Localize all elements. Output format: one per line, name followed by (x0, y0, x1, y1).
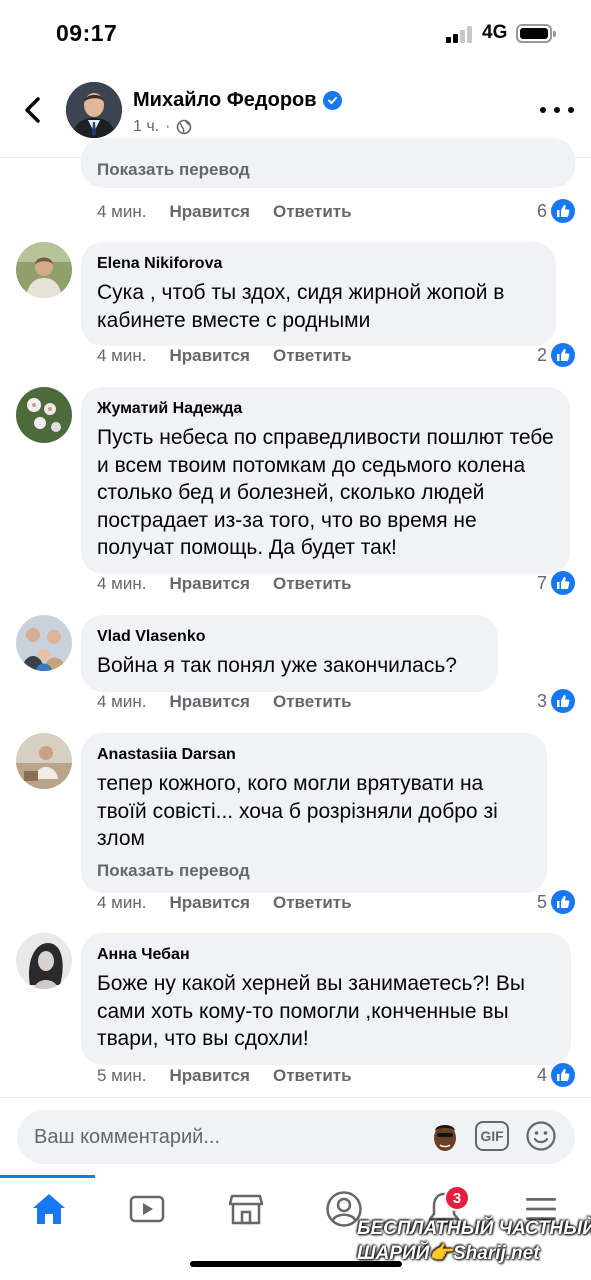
smile-icon[interactable] (525, 1120, 557, 1152)
comment-placeholder: Ваш комментарий... (34, 1126, 221, 1148)
verified-badge-icon (322, 91, 342, 110)
comment-actions: 4 мин. Нравится Ответить (97, 893, 352, 913)
video-icon (129, 1195, 165, 1223)
reaction-count[interactable]: 6 (537, 199, 575, 223)
like-count: 6 (536, 200, 547, 221)
commenter-avatar[interactable] (16, 615, 72, 671)
battery-icon (516, 24, 556, 43)
comment-time[interactable]: 4 мин. (97, 574, 146, 594)
comment-time[interactable]: 4 мин. (97, 692, 146, 712)
like-icon (551, 689, 575, 713)
signal-icon (446, 25, 476, 43)
like-icon (551, 199, 575, 223)
comment-actions: 4 мин. Нравится Ответить (97, 202, 352, 222)
commenter-avatar[interactable] (16, 242, 72, 298)
reaction-count[interactable]: 3 (537, 689, 575, 713)
status-bar: 09:17 4G (0, 0, 591, 66)
bottom-navigation: 3 БЕСПЛАТНЫЙ ЧАСТНЫЙ ШАРИЙ👉Sharij.net (0, 1175, 591, 1280)
back-button[interactable] (16, 90, 50, 130)
author-name-row[interactable]: Михайло Федоров (133, 89, 342, 112)
marketplace-icon (228, 1194, 264, 1225)
comment-time[interactable]: 4 мин. (97, 893, 146, 913)
reply-action[interactable]: Ответить (273, 692, 352, 712)
like-icon (551, 890, 575, 914)
comment-author[interactable]: Elena Nikiforova (97, 254, 540, 274)
comment-input[interactable]: Ваш комментарий... GIF (17, 1110, 575, 1164)
reaction-count[interactable]: 7 (537, 571, 575, 595)
globe-icon (177, 119, 192, 135)
show-translation-link[interactable]: Показать перевод (97, 160, 559, 180)
comment-bubble[interactable]: Vlad Vlasenko Война я так понял уже зако… (81, 615, 498, 692)
reply-action[interactable]: Ответить (273, 574, 352, 594)
commenter-avatar[interactable] (16, 933, 72, 989)
comment-time[interactable]: 5 мин. (97, 1066, 146, 1086)
author-name[interactable]: Михайло Федоров (133, 89, 317, 112)
like-action[interactable]: Нравится (169, 1066, 250, 1086)
author-avatar[interactable] (66, 82, 122, 138)
reply-action[interactable]: Ответить (273, 893, 352, 913)
comment-bubble[interactable]: Жуматий Надежда Пусть небеса по справедл… (81, 387, 570, 574)
comment-bubble[interactable]: Anastasiia Darsan тепер кожного, кого мо… (81, 733, 547, 893)
watermark-line-1: БЕСПЛАТНЫЙ ЧАСТНЫЙ (357, 1218, 591, 1239)
post-meta: 1 ч. · (133, 118, 192, 136)
like-count: 2 (536, 344, 547, 365)
reaction-count[interactable]: 5 (537, 890, 575, 914)
avatar-sticker-icon[interactable] (427, 1119, 463, 1155)
tab-home[interactable] (29, 1189, 69, 1229)
like-action[interactable]: Нравится (169, 574, 250, 594)
like-count: 7 (536, 572, 547, 593)
like-icon (551, 571, 575, 595)
like-count: 4 (536, 1064, 547, 1085)
reaction-count[interactable]: 2 (537, 343, 575, 367)
gif-icon[interactable]: GIF (475, 1121, 509, 1151)
commenter-avatar[interactable] (16, 733, 72, 789)
comment-text: Сука , чтоб ты здох, сидя жирной жопой в… (97, 281, 505, 332)
network-type: 4G (482, 22, 508, 43)
tab-marketplace[interactable] (226, 1189, 266, 1229)
comment-composer: Ваш комментарий... GIF (0, 1097, 591, 1175)
comment-bubble[interactable]: Elena Nikiforova Сука , чтоб ты здох, си… (81, 242, 556, 346)
comment-actions: 5 мин. Нравится Ответить (97, 1066, 352, 1086)
commenter-avatar[interactable] (16, 387, 72, 443)
show-translation-link[interactable]: Показать перевод (97, 861, 531, 881)
reply-action[interactable]: Ответить (273, 202, 352, 222)
comment-actions: 4 мин. Нравится Ответить (97, 574, 352, 594)
like-icon (551, 1063, 575, 1087)
comment-author[interactable]: Жуматий Надежда (97, 399, 554, 419)
comment-text: Война я так понял уже закончилась? (97, 654, 457, 677)
watermark: БЕСПЛАТНЫЙ ЧАСТНЫЙ ШАРИЙ👉Sharij.net (357, 1216, 591, 1266)
back-arrow-icon (25, 97, 40, 123)
like-count: 5 (536, 891, 547, 912)
like-action[interactable]: Нравится (169, 346, 250, 366)
meta-separator: · (165, 118, 171, 135)
like-icon (551, 343, 575, 367)
comment-text: тепер кожного, кого могли врятувати на т… (97, 772, 498, 850)
home-indicator (190, 1261, 402, 1267)
comment-actions: 4 мин. Нравится Ответить (97, 692, 352, 712)
comment-time[interactable]: 4 мин. (97, 202, 146, 222)
tab-video[interactable] (127, 1189, 167, 1229)
like-action[interactable]: Нравится (169, 202, 250, 222)
comment-actions: 4 мин. Нравится Ответить (97, 346, 352, 366)
comment-bubble[interactable]: Анна Чебан Боже ну какой херней вы заним… (81, 933, 571, 1065)
reply-action[interactable]: Ответить (273, 1066, 352, 1086)
comment-text: Боже ну какой херней вы занимаетесь?! Вы… (97, 972, 525, 1050)
like-count: 3 (536, 690, 547, 711)
comment-text: Пусть небеса по справедливости пошлют те… (97, 426, 554, 559)
reply-action[interactable]: Ответить (273, 346, 352, 366)
reaction-count[interactable]: 4 (537, 1063, 575, 1087)
active-tab-indicator (0, 1175, 95, 1178)
like-action[interactable]: Нравится (169, 893, 250, 913)
comment-author[interactable]: Анна Чебан (97, 945, 555, 965)
notification-badge: 3 (444, 1185, 470, 1211)
comment-author[interactable]: Vlad Vlasenko (97, 627, 482, 647)
comment-author[interactable]: Anastasiia Darsan (97, 745, 531, 765)
status-time: 09:17 (56, 20, 118, 46)
home-icon (33, 1194, 65, 1224)
comment-bubble[interactable]: Показать перевод (81, 138, 575, 188)
post-time: 1 ч. (133, 118, 160, 135)
comment-time[interactable]: 4 мин. (97, 346, 146, 366)
like-action[interactable]: Нравится (169, 692, 250, 712)
more-icon[interactable] (540, 102, 574, 118)
